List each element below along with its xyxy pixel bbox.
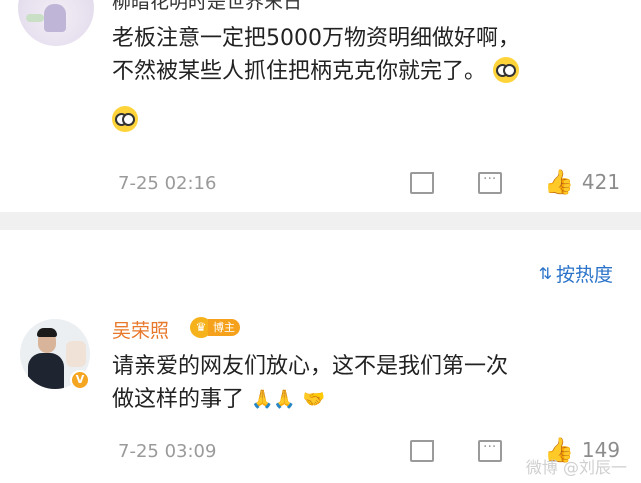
comment-text-line-2: 不然被某些人抓住把柄克克你就完了。 — [112, 55, 520, 88]
share-icon — [410, 440, 434, 462]
timestamp: 7-25 03:09 — [118, 441, 217, 462]
avatar-leaf — [26, 14, 44, 22]
timestamp: 7-25 02:16 — [118, 173, 217, 194]
comment-text: 不然被某些人抓住把柄克克你就完了。 — [112, 59, 487, 84]
sort-label: 按热度 — [555, 264, 613, 286]
like-count: 421 — [581, 170, 621, 194]
comment-text-line: 请亲爱的网友们放心，这不是我们第一次 — [112, 354, 509, 379]
comment-icon — [478, 171, 502, 194]
username[interactable]: 吴荣照 — [112, 316, 169, 343]
comment-card: 柳暗花明时是世界末日 老板注意一定把5000万物资明细做好啊， 不然被某些人抓住… — [0, 0, 641, 212]
comment-text: 做这样的事了 — [112, 387, 245, 412]
avatar-suit — [28, 353, 64, 389]
glasses-emoji-icon — [112, 106, 138, 132]
watermark: 微博 @刘辰一 — [525, 458, 627, 477]
share-icon — [410, 172, 434, 194]
avatar-figure — [44, 4, 66, 32]
avatar-flower — [66, 341, 86, 367]
share-button[interactable] — [410, 440, 434, 462]
sort-by-hot-button[interactable]: ⇅ 按热度 — [539, 260, 613, 287]
comment-text-line-2: 做这样的事了 🙏🙏 🤝 — [112, 383, 325, 416]
comment-text-line: 老板注意一定把5000万物资明细做好啊， — [112, 26, 520, 51]
comment-button[interactable] — [478, 439, 502, 462]
thumbs-up-icon: 👍 — [544, 168, 574, 196]
share-button[interactable] — [410, 172, 434, 194]
username[interactable]: 柳暗花明时是世界末日 — [112, 0, 302, 14]
sort-icon: ⇅ — [538, 264, 552, 283]
avatar[interactable] — [18, 0, 94, 46]
badge-label: 博主 — [208, 319, 240, 336]
comment-icon — [478, 439, 502, 462]
comment-button[interactable] — [478, 171, 502, 194]
blogger-badge: ♛ 博主 — [190, 317, 240, 338]
handshake-icon: 🤝 — [302, 389, 326, 410]
section-divider — [0, 212, 641, 230]
verified-badge-icon: V — [70, 370, 90, 390]
avatar-hair — [37, 328, 57, 337]
like-button[interactable]: 👍 421 — [544, 168, 620, 196]
glasses-emoji-icon — [493, 57, 520, 83]
praying-hands-icon: 🙏🙏 — [251, 389, 296, 410]
